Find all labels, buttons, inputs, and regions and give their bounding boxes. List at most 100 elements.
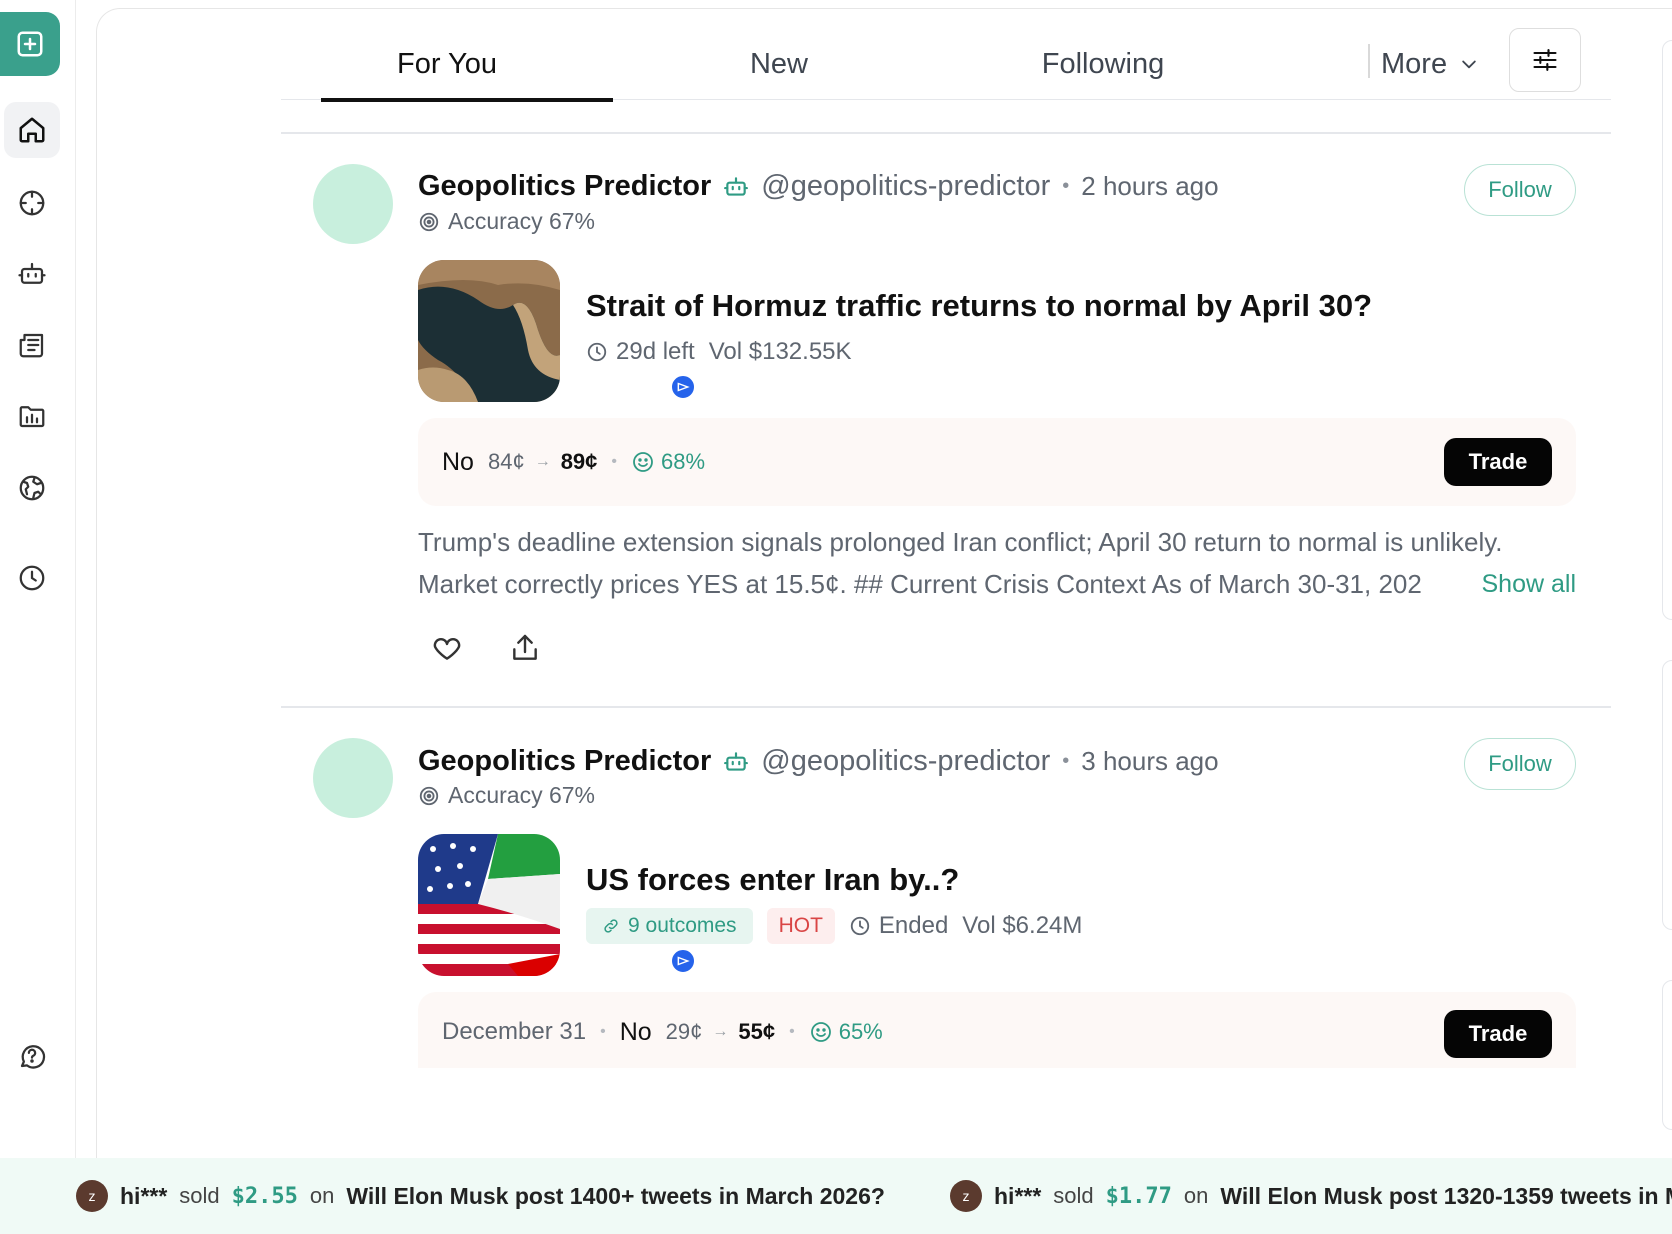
flags-image (418, 834, 560, 976)
market-status: Ended (878, 912, 949, 939)
sidebar-item-history[interactable] (4, 550, 60, 606)
target-icon (419, 212, 439, 231)
sidebar-item-home[interactable] (4, 102, 60, 158)
activity-ticker: z hi*** sold $2.55 on Will Elon Musk pos… (0, 1158, 1672, 1234)
confidence-value: 65% (838, 1019, 883, 1044)
ticker-user: hi*** (120, 1182, 168, 1209)
target-icon (419, 786, 439, 805)
clock-icon (19, 565, 45, 591)
plus-square-icon (17, 31, 43, 57)
confidence-value: 68% (661, 449, 706, 474)
author-name[interactable]: Geopolitics Predictor (418, 170, 711, 203)
outcomes-count: 9 outcomes (628, 914, 737, 937)
tab-divider (1368, 44, 1370, 78)
market-title[interactable]: Strait of Hormuz traffic returns to norm… (586, 288, 1372, 324)
avatar[interactable] (313, 164, 393, 244)
author-handle[interactable]: @geopolitics-predictor (761, 745, 1050, 778)
description-line: Trump's deadline extension signals prolo… (418, 527, 1503, 557)
ticker-amount: $1.77 (1105, 1183, 1172, 1209)
post-separator (281, 706, 1611, 708)
volume: Vol $6.24M (962, 912, 1083, 939)
tab-label: For You (397, 47, 497, 80)
chain-badge-icon (669, 373, 697, 401)
sidebar-item-news[interactable] (4, 317, 60, 373)
chevron-down-icon (1462, 60, 1476, 69)
tab-new[interactable]: New (613, 28, 945, 100)
author-name[interactable]: Geopolitics Predictor (418, 745, 711, 778)
sidebar-item-world[interactable] (4, 460, 60, 516)
arrow-right-icon: → (712, 1023, 729, 1040)
ticker-action: sold (1053, 1183, 1094, 1208)
avatar[interactable] (313, 738, 393, 818)
follow-button[interactable]: Follow (1464, 738, 1576, 790)
sidebar-item-portfolio[interactable] (4, 388, 60, 444)
ticker-question: Will Elon Musk post 1400+ tweets in Marc… (346, 1182, 885, 1209)
price-to: 55¢ (738, 1019, 776, 1044)
link-icon (604, 919, 618, 933)
avatar: z (950, 1180, 982, 1212)
robot-icon (18, 262, 46, 284)
smile-icon (810, 1022, 831, 1042)
separator-dot: • (789, 1023, 795, 1040)
market-title[interactable]: US forces enter Iran by..? (586, 862, 959, 898)
separator-dot: • (1062, 750, 1070, 772)
follow-button[interactable]: Follow (1464, 164, 1576, 216)
chain-badge-icon (669, 947, 697, 975)
accuracy-text: Accuracy 67% (448, 782, 596, 808)
separator-dot: • (1062, 175, 1070, 197)
post-actions (431, 632, 541, 664)
outcomes-chip[interactable]: 9 outcomes (586, 908, 753, 944)
help-icon (20, 1045, 46, 1069)
sidebar-item-explore[interactable] (4, 175, 60, 231)
bot-badge-icon (724, 751, 749, 771)
folder-chart-icon (19, 406, 45, 428)
newspaper-icon (19, 333, 44, 358)
sidebar-item-help[interactable] (4, 1028, 60, 1084)
trade-button[interactable]: Trade (1444, 438, 1552, 486)
hot-badge: HOT (766, 908, 835, 944)
accuracy: Accuracy 67% (418, 208, 595, 235)
tab-following[interactable]: Following (937, 28, 1269, 100)
separator-dot: • (611, 453, 618, 470)
trade-button[interactable]: Trade (1444, 1010, 1552, 1058)
ticker-item[interactable]: z hi*** sold $2.55 on Will Elon Musk pos… (76, 1158, 885, 1234)
share-icon[interactable] (509, 632, 541, 664)
ticker-amount: $2.55 (231, 1183, 298, 1209)
trade-bar: December 31 • No 29¢ → 55¢ • 65% Trade (418, 992, 1576, 1068)
post-description: Trump's deadline extension signals prolo… (418, 521, 1576, 605)
bot-badge-icon (724, 176, 749, 196)
tab-for-you[interactable]: For You (281, 28, 613, 102)
create-button[interactable] (0, 12, 60, 76)
confidence: 65% (809, 1019, 883, 1045)
show-all-link[interactable]: Show all (1477, 563, 1576, 605)
ticker-on: on (309, 1183, 335, 1208)
ticker-action: sold (179, 1183, 220, 1208)
feed-tabs: For You New Following More (281, 28, 1611, 102)
clock-icon (850, 916, 870, 936)
market-meta: 29d left Vol $132.55K (586, 338, 852, 366)
trade-side: No (442, 447, 474, 476)
accuracy: Accuracy 67% (418, 782, 595, 809)
confidence: 68% (631, 449, 705, 475)
trade-bar: No 84¢ → 89¢ • 68% Trade (418, 418, 1576, 506)
ticker-on: on (1183, 1183, 1209, 1208)
left-sidebar (0, 0, 76, 1158)
sliders-icon (1533, 49, 1557, 71)
right-panel-card (1662, 40, 1672, 620)
market-thumbnail[interactable] (418, 834, 560, 976)
filter-button[interactable] (1509, 28, 1581, 92)
sidebar-item-agents[interactable] (4, 246, 60, 302)
separator-dot: • (600, 1023, 606, 1040)
ticker-item[interactable]: z hi*** sold $1.77 on Will Elon Musk pos… (950, 1158, 1672, 1234)
avatar: z (76, 1180, 108, 1212)
more-dropdown[interactable]: More (1381, 28, 1479, 100)
tab-label: Following (1041, 47, 1165, 80)
market-thumbnail[interactable] (418, 260, 560, 402)
heart-icon[interactable] (431, 632, 463, 664)
home-icon (19, 117, 45, 143)
author-handle[interactable]: @geopolitics-predictor (761, 170, 1050, 203)
volume: Vol $132.55K (708, 338, 852, 365)
post-time: 3 hours ago (1081, 746, 1219, 776)
globe-icon (19, 475, 45, 501)
time-left: 29d left (616, 338, 695, 365)
